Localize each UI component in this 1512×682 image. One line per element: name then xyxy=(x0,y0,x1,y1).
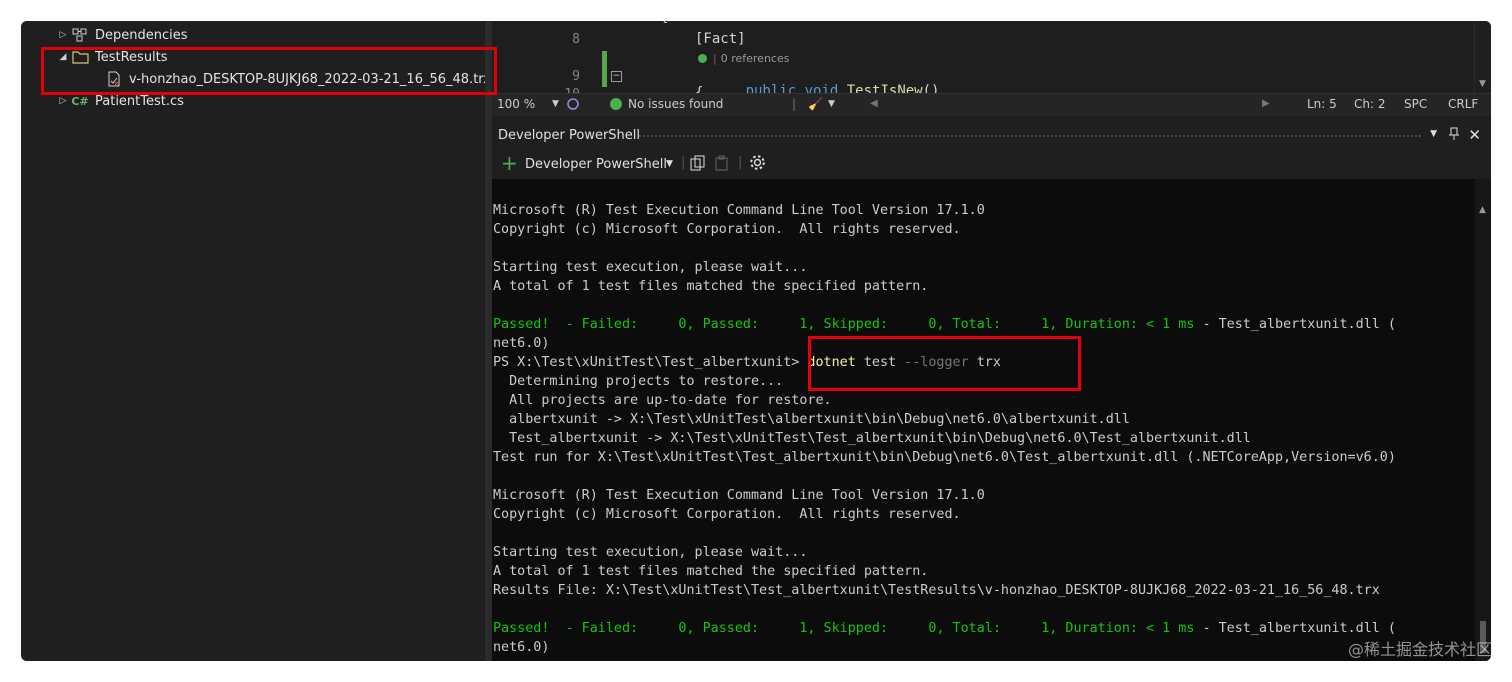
panel-splitter[interactable] xyxy=(485,21,492,661)
copilot-icon[interactable] xyxy=(566,97,580,114)
separator: | xyxy=(738,155,743,170)
dependencies-icon xyxy=(71,27,89,43)
expand-arrow-icon[interactable]: ▷ xyxy=(55,30,71,40)
code-editor[interactable]: 7 { 8 [Fact] | 0 references 9 − public v… xyxy=(492,21,1491,93)
terminal-line: A total of 1 test files matched the spec… xyxy=(493,279,929,294)
collapse-outline-icon[interactable]: − xyxy=(611,71,622,82)
scroll-left-icon[interactable]: ◀ xyxy=(870,98,878,109)
gear-icon[interactable] xyxy=(749,154,766,175)
line-number: 7 xyxy=(540,21,580,24)
scroll-up-icon: ▲ xyxy=(1479,205,1486,215)
whitespace-mode[interactable]: SPC xyxy=(1404,97,1427,111)
paste-icon[interactable] xyxy=(714,155,730,175)
scroll-right-icon[interactable]: ▶ xyxy=(1262,98,1270,109)
window-menu-icon[interactable]: ▼ xyxy=(1430,129,1437,139)
code-line: public void TestIsNew() xyxy=(745,83,940,93)
tree-item-label: Dependencies xyxy=(95,27,188,43)
terminal-line: net6.0) xyxy=(493,640,550,655)
terminal-lines: Microsoft (R) Test Execution Command Lin… xyxy=(493,201,1469,657)
no-issues-icon xyxy=(610,98,622,110)
terminal-line: Passed! - Failed: 0, Passed: 1, Skipped:… xyxy=(493,317,1396,332)
drag-grip[interactable] xyxy=(638,134,1421,139)
tree-item-label: PatientTest.cs xyxy=(95,93,184,109)
line-number: 9 xyxy=(572,69,580,84)
terminal-line: Test_albertxunit -> X:\Test\xUnitTest\Te… xyxy=(493,431,1251,446)
code-line: { xyxy=(695,85,704,93)
tool-window-title: Developer PowerShell xyxy=(498,128,641,143)
close-icon[interactable]: ✕ xyxy=(1468,126,1481,144)
terminal-line: Results File: X:\Test\xUnitTest\Test_alb… xyxy=(493,583,1380,598)
editor-scrollbar[interactable]: ▼ xyxy=(1474,21,1491,93)
zoom-dropdown-icon[interactable]: ▼ xyxy=(552,99,559,109)
tool-window-header: Developer PowerShell ▼ ✕ xyxy=(492,124,1491,148)
separator: | xyxy=(681,155,686,170)
terminal-output[interactable]: Microsoft (R) Test Execution Command Lin… xyxy=(492,179,1491,661)
copy-icon[interactable] xyxy=(690,155,706,175)
line-number: 8 xyxy=(572,32,580,47)
terminal-line: Test run for X:\Test\xUnitTest\Test_albe… xyxy=(493,450,1396,465)
terminal-line: Microsoft (R) Test Execution Command Lin… xyxy=(493,203,985,218)
terminal-line: albertxunit -> X:\Test\xUnitTest\albertx… xyxy=(493,412,1130,427)
terminal-toolbar: + Developer PowerShell ▼ | | xyxy=(492,149,1491,179)
terminal-line: Passed! - Failed: 0, Passed: 1, Skipped:… xyxy=(493,621,1396,636)
check-circle-icon xyxy=(698,54,707,63)
code-line: [Fact] xyxy=(695,31,746,47)
ide-window: ▷ Dependencies ◢ TestResults v-honzhao_D… xyxy=(21,21,1491,661)
terminal-line: All projects are up-to-date for restore. xyxy=(493,393,832,408)
terminal-scrollbar[interactable]: ▲ xyxy=(1475,179,1491,661)
code-line: { xyxy=(660,21,668,25)
codelens[interactable]: | 0 references xyxy=(698,52,789,65)
watermark: @稀土掘金技术社区 xyxy=(1347,640,1492,659)
cursor-column[interactable]: Ch: 2 xyxy=(1354,97,1385,111)
change-marker xyxy=(602,51,607,87)
profile-button[interactable]: Developer PowerShell xyxy=(525,157,667,172)
separator: | xyxy=(792,97,797,111)
expand-arrow-icon[interactable]: ▷ xyxy=(55,96,71,106)
editor-status-bar: 100 % ▼ No issues found | 🧹 ▼ ◀ ▶ Ln: 5 … xyxy=(492,93,1491,116)
terminal-line: Starting test execution, please wait... xyxy=(493,545,808,560)
scroll-down-icon: ▼ xyxy=(1479,79,1486,89)
terminal-line: Microsoft (R) Test Execution Command Lin… xyxy=(493,488,985,503)
profile-dropdown-icon[interactable]: ▼ xyxy=(666,159,673,169)
add-icon[interactable]: + xyxy=(501,151,518,175)
terminal-line: Copyright (c) Microsoft Corporation. All… xyxy=(493,507,961,522)
line-ending[interactable]: CRLF xyxy=(1448,97,1478,111)
issues-status[interactable]: No issues found xyxy=(628,97,723,111)
cleanup-dropdown-icon[interactable]: ▼ xyxy=(828,99,835,109)
code-cleanup-icon[interactable]: 🧹 xyxy=(808,97,823,111)
highlight-box-testresults xyxy=(41,47,497,95)
terminal-line: Copyright (c) Microsoft Corporation. All… xyxy=(493,222,961,237)
csharp-file-icon: C# xyxy=(71,94,89,108)
cursor-line[interactable]: Ln: 5 xyxy=(1307,97,1337,111)
pin-icon[interactable] xyxy=(1449,127,1459,145)
zoom-level[interactable]: 100 % xyxy=(497,97,535,111)
references-link[interactable]: 0 references xyxy=(721,52,790,65)
terminal-line: A total of 1 test files matched the spec… xyxy=(493,564,929,579)
solution-explorer: ▷ Dependencies ◢ TestResults v-honzhao_D… xyxy=(21,21,491,661)
tree-item-dependencies[interactable]: ▷ Dependencies xyxy=(55,24,188,46)
terminal-line: Starting test execution, please wait... xyxy=(493,260,808,275)
highlight-box-command xyxy=(808,336,1081,391)
